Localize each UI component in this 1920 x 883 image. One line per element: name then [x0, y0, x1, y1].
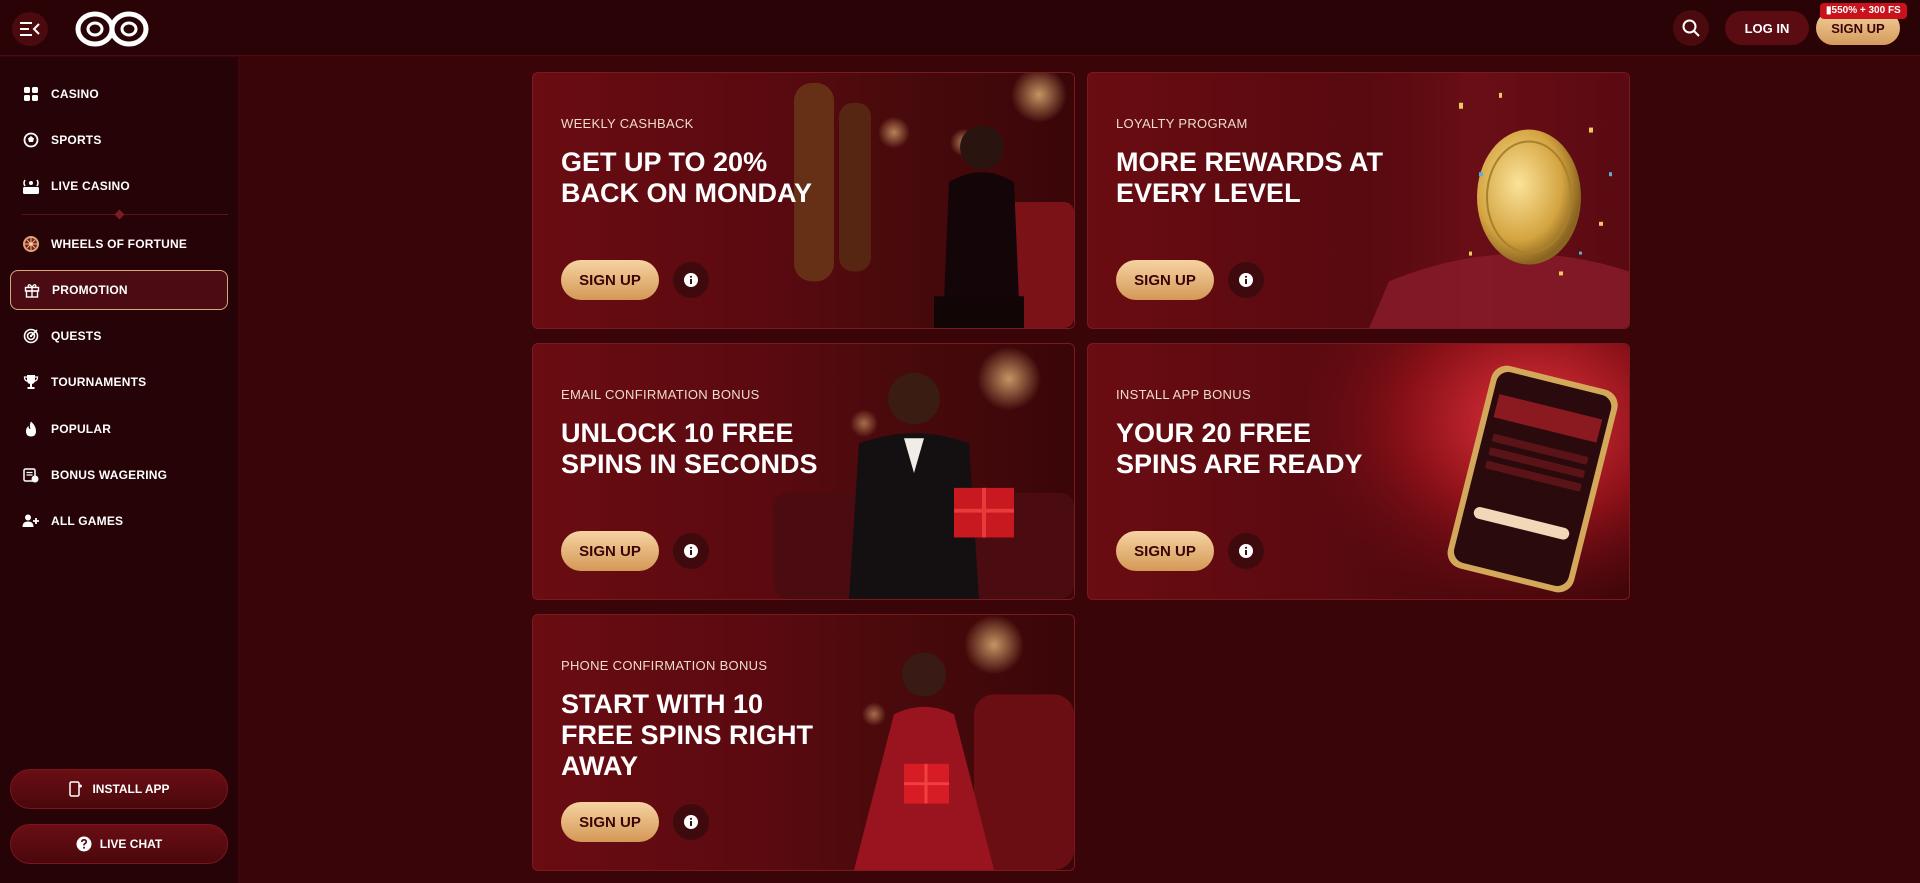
info-button[interactable]	[673, 804, 709, 840]
promo-headline: UNLOCK 10 FREE SPINS IN SECONDS	[561, 418, 818, 479]
sidebar-item-label: QUESTS	[51, 329, 102, 343]
info-icon	[684, 815, 698, 829]
sidebar-item-popular[interactable]: POPULAR	[10, 409, 228, 449]
promo-kicker: EMAIL CONFIRMATION BONUS	[561, 387, 760, 402]
promo-kicker: WEEKLY CASHBACK	[561, 116, 694, 131]
flame-icon	[22, 420, 40, 438]
live-icon	[22, 177, 40, 195]
sidebar-item-bonus-wagering[interactable]: BONUS WAGERING	[10, 455, 228, 495]
sidebar: CASINO SPORTS LIVE CASINO WHEELS OF FORT…	[0, 57, 239, 883]
install-app-button[interactable]: INSTALL APP	[10, 769, 228, 809]
info-icon	[1239, 273, 1253, 287]
promo-signup-button[interactable]: SIGN UP	[561, 802, 659, 842]
bonus-badge-text: 550% + 300 FS	[1831, 5, 1901, 16]
promo-kicker: INSTALL APP BONUS	[1116, 387, 1251, 402]
grid-icon	[22, 85, 40, 103]
search-button[interactable]	[1673, 10, 1709, 46]
sidebar-item-label: LIVE CASINO	[51, 179, 130, 193]
sidebar-item-wheels-of-fortune[interactable]: WHEELS OF FORTUNE	[10, 224, 228, 264]
help-icon	[76, 836, 92, 852]
promo-card-install-app: INSTALL APP BONUS YOUR 20 FREE SPINS ARE…	[1087, 343, 1630, 600]
sidebar-divider-ornament	[114, 209, 125, 220]
sidebar-item-quests[interactable]: QUESTS	[10, 316, 228, 356]
trophy-icon	[22, 373, 40, 391]
sidebar-item-live-casino[interactable]: LIVE CASINO	[10, 166, 228, 206]
menu-collapse-icon	[20, 22, 40, 36]
users-icon	[22, 512, 40, 530]
bonus-badge: ▮550% + 300 FS	[1820, 3, 1907, 19]
sidebar-divider	[22, 214, 228, 215]
menu-toggle-button[interactable]	[12, 12, 48, 46]
promo-headline: YOUR 20 FREE SPINS ARE READY	[1116, 418, 1363, 479]
live-chat-button[interactable]: LIVE CHAT	[10, 824, 228, 864]
target-icon	[22, 327, 40, 345]
install-app-icon	[68, 781, 84, 797]
info-icon	[1239, 544, 1253, 558]
install-app-label: INSTALL APP	[92, 782, 170, 796]
info-button[interactable]	[673, 262, 709, 298]
sidebar-item-promotion[interactable]: PROMOTION	[10, 270, 228, 310]
wheel-icon	[22, 235, 40, 253]
info-button[interactable]	[1228, 262, 1264, 298]
sidebar-item-all-games[interactable]: ALL GAMES	[10, 501, 228, 541]
sidebar-item-label: WHEELS OF FORTUNE	[51, 237, 188, 251]
promo-signup-button[interactable]: SIGN UP	[561, 531, 659, 571]
promo-card-loyalty-program: LOYALTY PROGRAM MORE REWARDS AT EVERY LE…	[1087, 72, 1630, 329]
sidebar-item-tournaments[interactable]: TOURNAMENTS	[10, 362, 228, 402]
sidebar-item-label: SPORTS	[51, 133, 102, 147]
search-icon	[1682, 19, 1700, 37]
sidebar-item-label: POPULAR	[51, 422, 112, 436]
promo-signup-button[interactable]: SIGN UP	[1116, 260, 1214, 300]
sidebar-item-label: CASINO	[51, 87, 99, 101]
info-button[interactable]	[1228, 533, 1264, 569]
promo-headline: MORE REWARDS AT EVERY LEVEL	[1116, 147, 1383, 208]
live-chat-label: LIVE CHAT	[99, 837, 163, 851]
sidebar-item-label: BONUS WAGERING	[51, 468, 168, 482]
promo-headline: GET UP TO 20% BACK ON MONDAY	[561, 147, 813, 208]
sidebar-item-label: TOURNAMENTS	[51, 375, 147, 389]
bonus-icon	[22, 466, 40, 484]
promo-card-phone-confirmation: PHONE CONFIRMATION BONUS START WITH 10 F…	[532, 614, 1075, 871]
gift-icon	[23, 281, 41, 299]
info-icon	[684, 273, 698, 287]
sidebar-item-label: PROMOTION	[52, 283, 128, 297]
sidebar-item-label: ALL GAMES	[51, 514, 124, 528]
promo-headline: START WITH 10 FREE SPINS RIGHT AWAY	[561, 689, 814, 781]
sidebar-item-sports[interactable]: SPORTS	[10, 120, 228, 160]
ball-icon	[22, 131, 40, 149]
promo-card-weekly-cashback: WEEKLY CASHBACK GET UP TO 20% BACK ON MO…	[532, 72, 1075, 329]
promo-signup-button[interactable]: SIGN UP	[561, 260, 659, 300]
login-button[interactable]: LOG IN	[1725, 11, 1809, 45]
info-icon	[684, 544, 698, 558]
promo-signup-button[interactable]: SIGN UP	[1116, 531, 1214, 571]
promo-kicker: LOYALTY PROGRAM	[1116, 116, 1248, 131]
info-button[interactable]	[673, 533, 709, 569]
promo-card-email-confirmation: EMAIL CONFIRMATION BONUS UNLOCK 10 FREE …	[532, 343, 1075, 600]
site-logo[interactable]	[74, 10, 150, 48]
top-bar: LOG IN SIGN UP ▮550% + 300 FS	[0, 0, 1920, 56]
promo-kicker: PHONE CONFIRMATION BONUS	[561, 658, 768, 673]
sidebar-item-casino[interactable]: CASINO	[10, 74, 228, 114]
